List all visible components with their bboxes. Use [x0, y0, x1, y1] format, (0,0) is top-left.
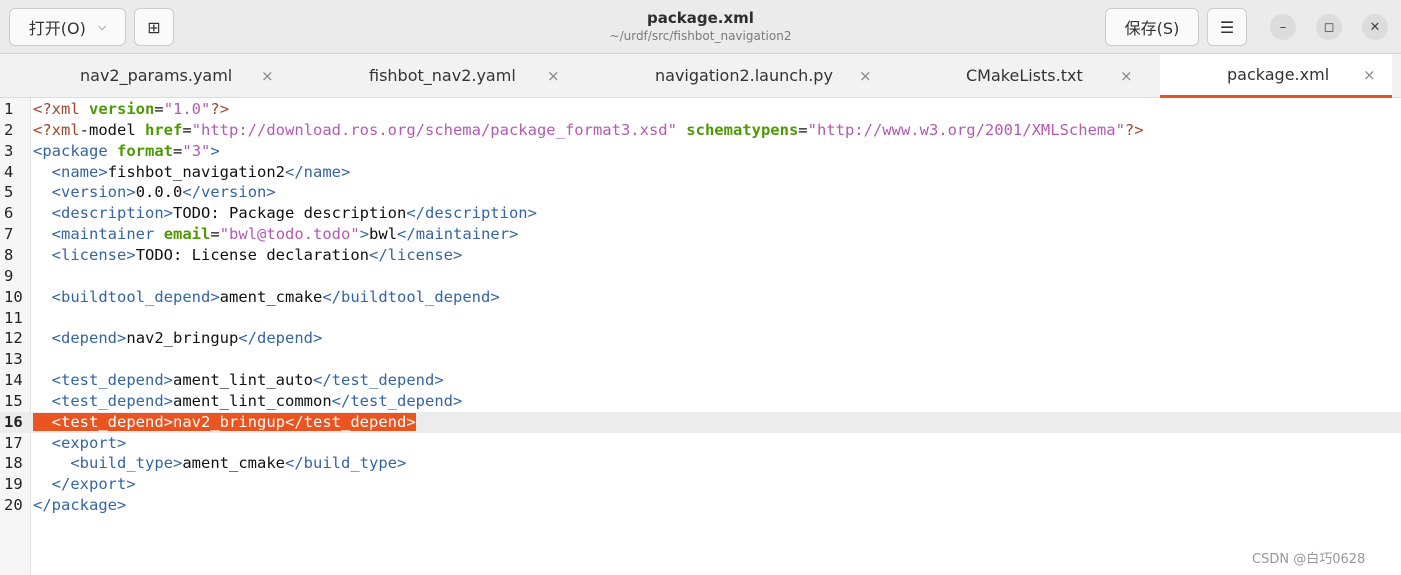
code-line[interactable]: 13	[0, 349, 1401, 370]
hamburger-menu-icon: ☰	[1219, 17, 1235, 37]
tab-package-xml[interactable]: package.xml ×	[1160, 54, 1392, 98]
tab-close-icon[interactable]: ×	[261, 67, 274, 85]
code-text: <package format="3">	[33, 141, 220, 160]
line-number: 4	[4, 162, 14, 181]
close-icon: ✕	[1369, 19, 1381, 35]
code-line[interactable]: 8 <license>TODO: License declaration</li…	[0, 245, 1401, 266]
code-text: <?xml-model href="http://download.ros.or…	[33, 120, 1144, 139]
code-line[interactable]: 2 <?xml-model href="http://download.ros.o…	[0, 120, 1401, 141]
code-editor[interactable]: 1 <?xml version="1.0"?> 2 <?xml-model href=…	[0, 98, 1401, 575]
line-number: 20	[4, 496, 23, 515]
tab-label: CMakeLists.txt	[966, 66, 1083, 85]
document-title: package.xml	[647, 9, 754, 27]
code-text: <export>	[51, 433, 127, 452]
code-line[interactable]: 4 <name>fishbot_navigation2</name>	[0, 162, 1401, 183]
code-line[interactable]: 11	[0, 308, 1401, 329]
maximize-button[interactable]: ◻	[1316, 14, 1342, 40]
tab-close-icon[interactable]: ×	[1120, 67, 1133, 85]
code-text: <maintainer email="bwl@todo.todo">bwl</m…	[51, 225, 519, 244]
new-document-icon: ⊞	[147, 17, 161, 37]
maximize-icon: ◻	[1323, 19, 1335, 35]
code-line[interactable]: 6 <description>TODO: Package description…	[0, 203, 1401, 224]
code-text: </package>	[33, 496, 127, 515]
line-number: 15	[4, 391, 23, 410]
code-line[interactable]: 14 <test_depend>ament_lint_auto</test_de…	[0, 370, 1401, 391]
line-number: 5	[4, 183, 14, 202]
tab-close-icon[interactable]: ×	[1363, 66, 1376, 84]
save-button-label: 保存(S)	[1124, 19, 1180, 38]
line-number: 13	[4, 350, 23, 369]
tab-nav2-params[interactable]: nav2_params.yaml ×	[0, 54, 290, 97]
code-text: <build_type>ament_cmake</build_type>	[70, 454, 407, 473]
code-text: </export>	[51, 475, 136, 494]
code-line[interactable]: 18 <build_type>ament_cmake</build_type>	[0, 453, 1401, 474]
line-number: 2	[4, 120, 14, 139]
document-path: ~/urdf/src/fishbot_navigation2	[609, 29, 792, 43]
line-number: 6	[4, 204, 14, 223]
code-line[interactable]: 19 </export>	[0, 474, 1401, 495]
tab-label: package.xml	[1227, 65, 1330, 84]
tab-bar: nav2_params.yaml × fishbot_nav2.yaml × n…	[0, 54, 1401, 98]
tab-label: nav2_params.yaml	[80, 66, 233, 85]
code-text: <description>TODO: Package description</…	[51, 204, 537, 223]
line-number: 1	[4, 100, 14, 118]
open-button[interactable]: 打开(O) ⌵	[9, 8, 126, 46]
watermark: CSDN @白巧0628	[1252, 552, 1366, 567]
tab-label: navigation2.launch.py	[655, 66, 833, 85]
code-text: <?xml version="1.0"?>	[33, 100, 230, 118]
line-number: 8	[4, 245, 14, 264]
tab-close-icon[interactable]: ×	[547, 67, 560, 85]
code-line[interactable]: 16 <test_depend>nav2_bringup</test_depen…	[0, 411, 1401, 433]
code-text: <test_depend>nav2_bringup</test_depend>	[33, 412, 416, 433]
tab-close-icon[interactable]: ×	[859, 67, 872, 85]
main-menu-button[interactable]: ☰	[1207, 8, 1247, 46]
close-window-button[interactable]: ✕	[1362, 14, 1388, 40]
tab-label: fishbot_nav2.yaml	[369, 66, 516, 85]
line-number: 18	[4, 454, 23, 473]
tab-fishbot-nav2[interactable]: fishbot_nav2.yaml ×	[290, 54, 580, 97]
save-button[interactable]: 保存(S)	[1105, 8, 1199, 46]
line-number: 12	[4, 329, 23, 348]
line-number: 7	[4, 225, 14, 244]
code-line[interactable]: 17 <export>	[0, 433, 1401, 454]
code-line[interactable]: 1 <?xml version="1.0"?>	[0, 99, 1401, 120]
line-number: 9	[4, 266, 14, 285]
code-text: <buildtool_depend>ament_cmake</buildtool…	[51, 287, 500, 306]
minimize-button[interactable]: –	[1270, 14, 1296, 40]
code-line[interactable]: 5 <version>0.0.0</version>	[0, 182, 1401, 203]
line-number: 3	[4, 141, 14, 160]
line-number: 19	[4, 475, 23, 494]
window-title: package.xml ~/urdf/src/fishbot_navigatio…	[500, 8, 901, 44]
code-line[interactable]: 20 </package>	[0, 495, 1401, 516]
code-line[interactable]: 15 <test_depend>ament_lint_common</test_…	[0, 391, 1401, 412]
code-line[interactable]: 9	[0, 266, 1401, 287]
tab-navigation2-launch[interactable]: navigation2.launch.py ×	[580, 54, 880, 97]
header-bar: 打开(O) ⌵ ⊞ package.xml ~/urdf/src/fishbot…	[0, 0, 1401, 54]
open-button-label: 打开(O)	[28, 19, 86, 38]
line-number: 11	[4, 308, 23, 327]
code-line[interactable]: 12 <depend>nav2_bringup</depend>	[0, 328, 1401, 349]
chevron-down-icon: ⌵	[97, 20, 107, 33]
code-text: <license>TODO: License declaration</lice…	[51, 245, 463, 264]
line-number: 16	[4, 412, 23, 431]
code-text: <depend>nav2_bringup</depend>	[51, 329, 323, 348]
code-text: <version>0.0.0</version>	[51, 183, 276, 202]
code-line[interactable]: 10 <buildtool_depend>ament_cmake</buildt…	[0, 287, 1401, 308]
line-number: 17	[4, 433, 23, 452]
line-number: 14	[4, 371, 23, 390]
code-text: <name>fishbot_navigation2</name>	[51, 162, 351, 181]
new-tab-button[interactable]: ⊞	[134, 8, 174, 46]
code-line[interactable]: 3 <package format="3">	[0, 141, 1401, 162]
code-text: <test_depend>ament_lint_common</test_dep…	[51, 391, 463, 410]
code-line[interactable]: 7 <maintainer email="bwl@todo.todo">bwl<…	[0, 224, 1401, 245]
minimize-icon: –	[1279, 19, 1287, 35]
code-text: <test_depend>ament_lint_auto</test_depen…	[51, 371, 444, 390]
line-number: 10	[4, 287, 23, 306]
tab-cmakelists[interactable]: CMakeLists.txt ×	[880, 54, 1160, 97]
